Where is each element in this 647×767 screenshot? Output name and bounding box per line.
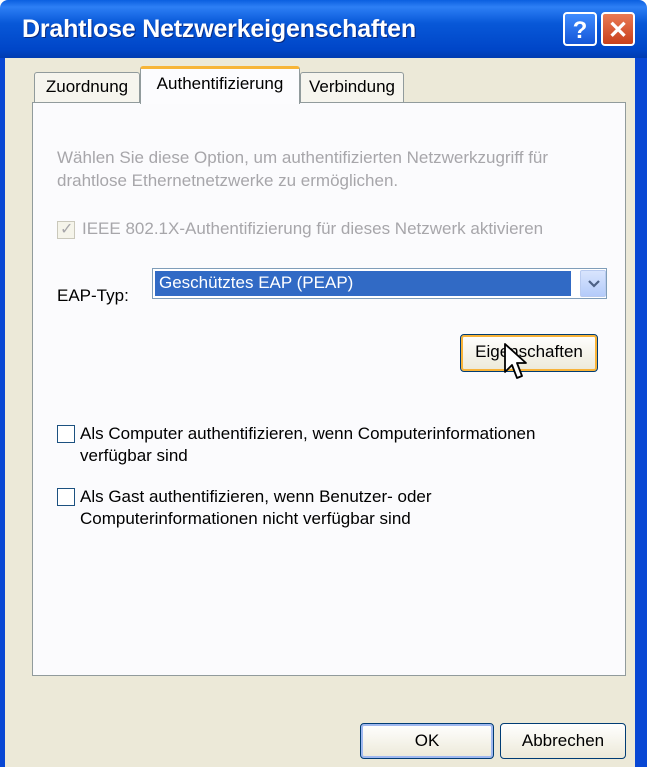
ok-button[interactable]: OK: [360, 723, 494, 759]
computer-auth-label-line1: Als Computer authentifizieren, wenn Comp…: [80, 424, 536, 443]
chevron-down-icon: [588, 280, 600, 288]
computer-auth-label: Als Computer authentifizieren, wenn Comp…: [80, 423, 535, 467]
dialog-window: Drahtlose Netzwerkeigenschaften ? ✕ Zuor…: [0, 0, 647, 767]
ieee-8021x-checkbox[interactable]: ✓: [57, 221, 75, 239]
help-icon: ?: [572, 17, 588, 44]
close-icon: ✕: [607, 17, 629, 44]
dropdown-button[interactable]: [580, 270, 606, 297]
auth-description-line2: drahtlose Ethernetnetzwerke zu ermöglich…: [57, 171, 399, 190]
computer-auth-checkbox[interactable]: [57, 425, 75, 443]
eap-type-value: Geschütztes EAP (PEAP): [155, 271, 571, 296]
tab-authentifizierung[interactable]: Authentifizierung: [140, 66, 300, 104]
window-frame-right: [635, 58, 647, 767]
guest-auth-label-line2: Computerinformationen nicht verfügbar si…: [80, 509, 411, 528]
auth-description-line1: Wählen Sie diese Option, um authentifizi…: [57, 148, 549, 167]
tab-zuordnung[interactable]: Zuordnung: [34, 72, 140, 102]
guest-auth-label-line1: Als Gast authentifizieren, wenn Benutzer…: [80, 487, 432, 506]
auth-description: Wählen Sie diese Option, um authentifizi…: [57, 146, 548, 192]
guest-auth-checkbox[interactable]: [57, 488, 75, 506]
title-bar[interactable]: Drahtlose Netzwerkeigenschaften ? ✕: [0, 0, 647, 58]
tab-verbindung[interactable]: Verbindung: [300, 72, 404, 102]
cancel-button[interactable]: Abbrechen: [500, 723, 626, 759]
help-button[interactable]: ?: [563, 12, 597, 46]
mouse-cursor-icon: [504, 343, 527, 379]
guest-auth-label: Als Gast authentifizieren, wenn Benutzer…: [80, 486, 432, 530]
properties-button[interactable]: Eigenschaften: [460, 334, 598, 372]
computer-auth-label-line2: verfügbar sind: [80, 446, 188, 465]
eap-type-label: EAP-Typ:: [57, 286, 129, 305]
window-title: Drahtlose Netzwerkeigenschaften: [22, 15, 416, 43]
checkmark-icon: ✓: [60, 221, 74, 238]
ieee-8021x-label: IEEE 802.1X-Authentifizierung für dieses…: [82, 219, 544, 238]
close-button[interactable]: ✕: [601, 12, 635, 46]
eap-type-select[interactable]: Geschütztes EAP (PEAP): [152, 268, 607, 299]
